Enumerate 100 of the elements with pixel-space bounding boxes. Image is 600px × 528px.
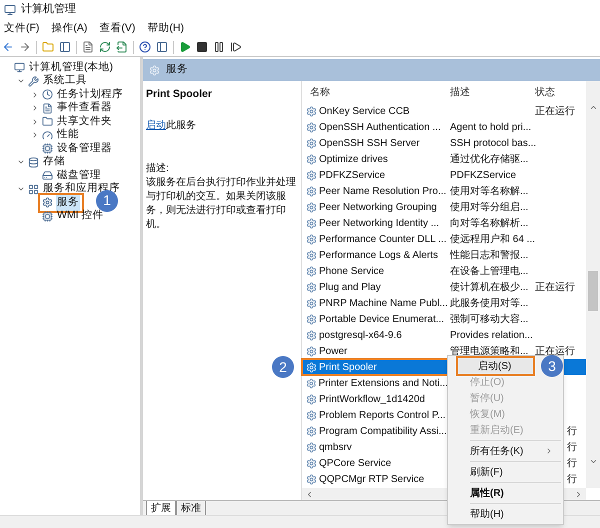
service-name-cell[interactable]: Optimize drives [319,152,388,166]
description-cell-text: 向对等名称解析... [449,216,530,230]
tree-item[interactable]: 共享文件夹 [56,114,113,130]
gear-icon [306,186,317,196]
tree-item[interactable]: 服务 [56,194,80,211]
pause-icon[interactable] [213,41,225,53]
context-menu-item[interactable]: 属性(R) [450,485,533,501]
gear-icon [306,138,317,148]
service-name-cell[interactable]: QQPCMgr RTP Service [319,472,424,486]
gear-icon [306,346,317,356]
scroll-down-icon[interactable] [588,457,598,466]
document-icon[interactable] [82,41,94,53]
description-cell-text: 使用对等分组启... [449,200,530,214]
service-name-cell[interactable]: PrintWorkflow_1d1420d [319,392,425,406]
description-cell-text: 使计算机在极少... [449,280,530,294]
service-name-cell[interactable]: Portable Device Enumerat... [319,312,444,326]
window-title: 计算机管理 [21,2,76,18]
gear-icon [306,106,317,116]
description-cell-text: 使用对等名称解... [449,184,530,198]
pane-icon[interactable] [59,41,71,53]
resume-icon[interactable] [230,41,242,53]
chip-icon [42,210,53,222]
context-menu-item[interactable]: 所有任务(K) [450,443,533,459]
back-arrow-icon[interactable] [2,41,14,53]
service-name-cell[interactable]: postgresql-x64-9.6 [319,328,402,342]
service-name-cell[interactable]: Performance Counter DLL ... [319,232,446,246]
forward-arrow-icon[interactable] [19,41,31,53]
status-cell-text: 行 [567,440,577,454]
description-cell-text: PDFKZService [449,168,518,182]
gauge-icon [42,130,53,141]
context-menu-item[interactable]: 刷新(F) [450,464,533,480]
start-link[interactable]: 启动 [146,118,166,133]
service-name-cell[interactable]: Power [319,344,348,358]
document-icon [42,102,53,114]
menu-item[interactable]: 文件(F) [4,20,40,36]
gear-icon [306,218,317,228]
gear-icon [306,378,316,388]
refresh-icon[interactable] [99,41,111,53]
pane-icon[interactable] [156,41,168,53]
gear-icon [306,410,317,420]
gear-icon [306,314,317,324]
status-cell-text: 正在运行 [535,104,575,118]
database-icon [28,156,39,168]
service-name-cell[interactable]: Peer Networking Identity ... [319,216,440,230]
description-cell-text: 性能日志和警报... [448,248,530,262]
service-name-cell[interactable]: Peer Name Resolution Pro... [319,184,446,198]
gear-icon [306,426,317,436]
service-name-cell[interactable]: Printer Extensions and Noti... [318,376,448,390]
tree-item[interactable]: 系统工具 [42,73,88,90]
panel-title: 服务 [166,62,188,78]
description-cell-text: 在设备上管理电... [449,264,530,278]
gear-icon [306,122,317,132]
service-name-cell[interactable]: QPCore Service [319,456,392,470]
service-name-cell[interactable]: Plug and Play [319,280,381,294]
gear-icon [306,458,317,468]
scroll-left-icon[interactable] [305,490,314,498]
step-number-badge: 2 [272,356,294,378]
scroll-up-icon[interactable] [588,103,598,112]
service-name-cell[interactable]: OpenSSH SSH Server [319,136,420,150]
description-cell-text: 通过优化存储驱... [449,152,530,166]
service-name-cell[interactable]: Performance Logs & Alerts [319,248,438,262]
gear-icon [306,234,317,244]
service-name-cell[interactable]: Program Compatibility Assi... [319,424,447,438]
gear-icon [306,330,317,340]
tree-item[interactable]: 设备管理器 [56,140,113,157]
service-name-cell[interactable]: OnKey Service CCB [319,104,410,118]
menu-item[interactable]: 操作(A) [51,20,88,36]
service-name-cell[interactable]: Phone Service [319,264,384,278]
gear-icon [306,154,317,164]
stop-icon[interactable] [196,41,208,53]
column-header[interactable]: 名称 [302,84,448,100]
service-name-cell[interactable]: PNRP Machine Name Publ... [319,296,448,310]
app-icon [4,4,16,16]
menu-item[interactable]: 查看(V) [99,20,136,36]
tree-item[interactable]: 事件查看器 [56,100,113,116]
gear-icon [149,64,160,76]
service-name-cell[interactable]: PDFKZService [319,168,386,182]
service-name-cell[interactable]: OpenSSH Authentication ... [319,120,441,134]
scroll-right-icon[interactable] [574,490,583,498]
menu-item[interactable]: 帮助(H) [147,20,184,36]
link-suffix: 此服务 [166,118,196,133]
column-header[interactable]: 描述 [448,84,533,100]
play-icon[interactable] [179,41,191,53]
service-name-cell[interactable]: qmbsrv [319,440,352,454]
tree-item[interactable]: 存储 [42,154,66,170]
service-name-cell[interactable]: Problem Reports Control P... [319,408,446,422]
context-menu-item[interactable]: 帮助(H) [450,506,533,522]
gear-icon [306,362,317,372]
description-cell-text: Agent to hold pri... [449,120,532,134]
service-name-cell[interactable]: Print Spooler [319,360,377,374]
tree-item[interactable]: 性能 [56,127,80,144]
description-cell-text: 使远程用户和 64 ... [449,232,533,246]
service-name-cell[interactable]: Peer Networking Grouping [319,200,437,214]
column-header[interactable]: 状态 [533,84,555,100]
vertical-scrollbar[interactable] [586,81,600,488]
help-icon[interactable] [139,41,151,53]
export-icon[interactable] [116,41,128,53]
scrollbar-thumb[interactable] [588,271,598,311]
step-number-badge: 3 [541,355,563,377]
gear-icon [306,282,317,292]
